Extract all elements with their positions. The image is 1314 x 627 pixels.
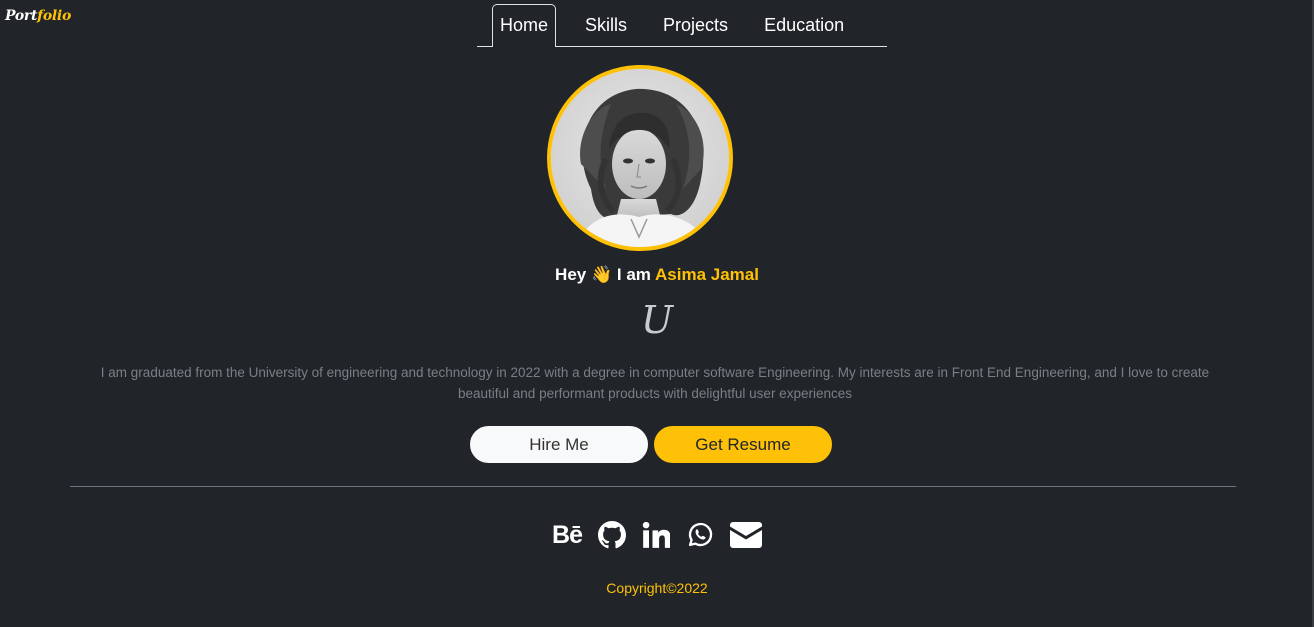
whatsapp-icon[interactable]: [686, 518, 714, 552]
portfolio-page: Portfolio Home Skills Projects Education: [0, 0, 1314, 627]
copyright-text: Copyright©2022: [606, 580, 708, 596]
tab-home[interactable]: Home: [492, 4, 557, 47]
greeting-prefix: Hey: [555, 265, 587, 284]
get-resume-button[interactable]: Get Resume: [653, 425, 833, 464]
brand-logo-part1: Port: [5, 8, 38, 24]
footer-divider: [70, 486, 1236, 487]
tab-projects[interactable]: Projects: [656, 4, 735, 46]
tab-skills[interactable]: Skills: [578, 4, 634, 46]
main-nav-tabs: Home Skills Projects Education: [477, 4, 887, 47]
typed-text: U: [640, 298, 674, 342]
greeting-mid: I am: [616, 265, 651, 284]
linkedin-icon[interactable]: [642, 518, 670, 552]
behance-icon[interactable]: Bē: [552, 518, 583, 552]
tab-education[interactable]: Education: [757, 4, 851, 46]
portrait-image: [551, 69, 729, 247]
social-links: Bē: [0, 518, 1314, 552]
profile-avatar: [547, 65, 733, 251]
hero-bio: I am graduated from the University of en…: [100, 365, 1210, 401]
brand-logo-part2: folio: [37, 8, 71, 24]
wave-icon: 👋: [590, 265, 613, 284]
email-icon[interactable]: [729, 518, 762, 552]
brand-logo[interactable]: Portfolio: [5, 8, 71, 24]
github-icon[interactable]: [597, 518, 626, 552]
hire-me-button[interactable]: Hire Me: [469, 425, 649, 464]
hero-name: Asima Jamal: [655, 265, 759, 284]
hero-greeting: Hey 👋 I am Asima Jamal: [0, 265, 1314, 285]
